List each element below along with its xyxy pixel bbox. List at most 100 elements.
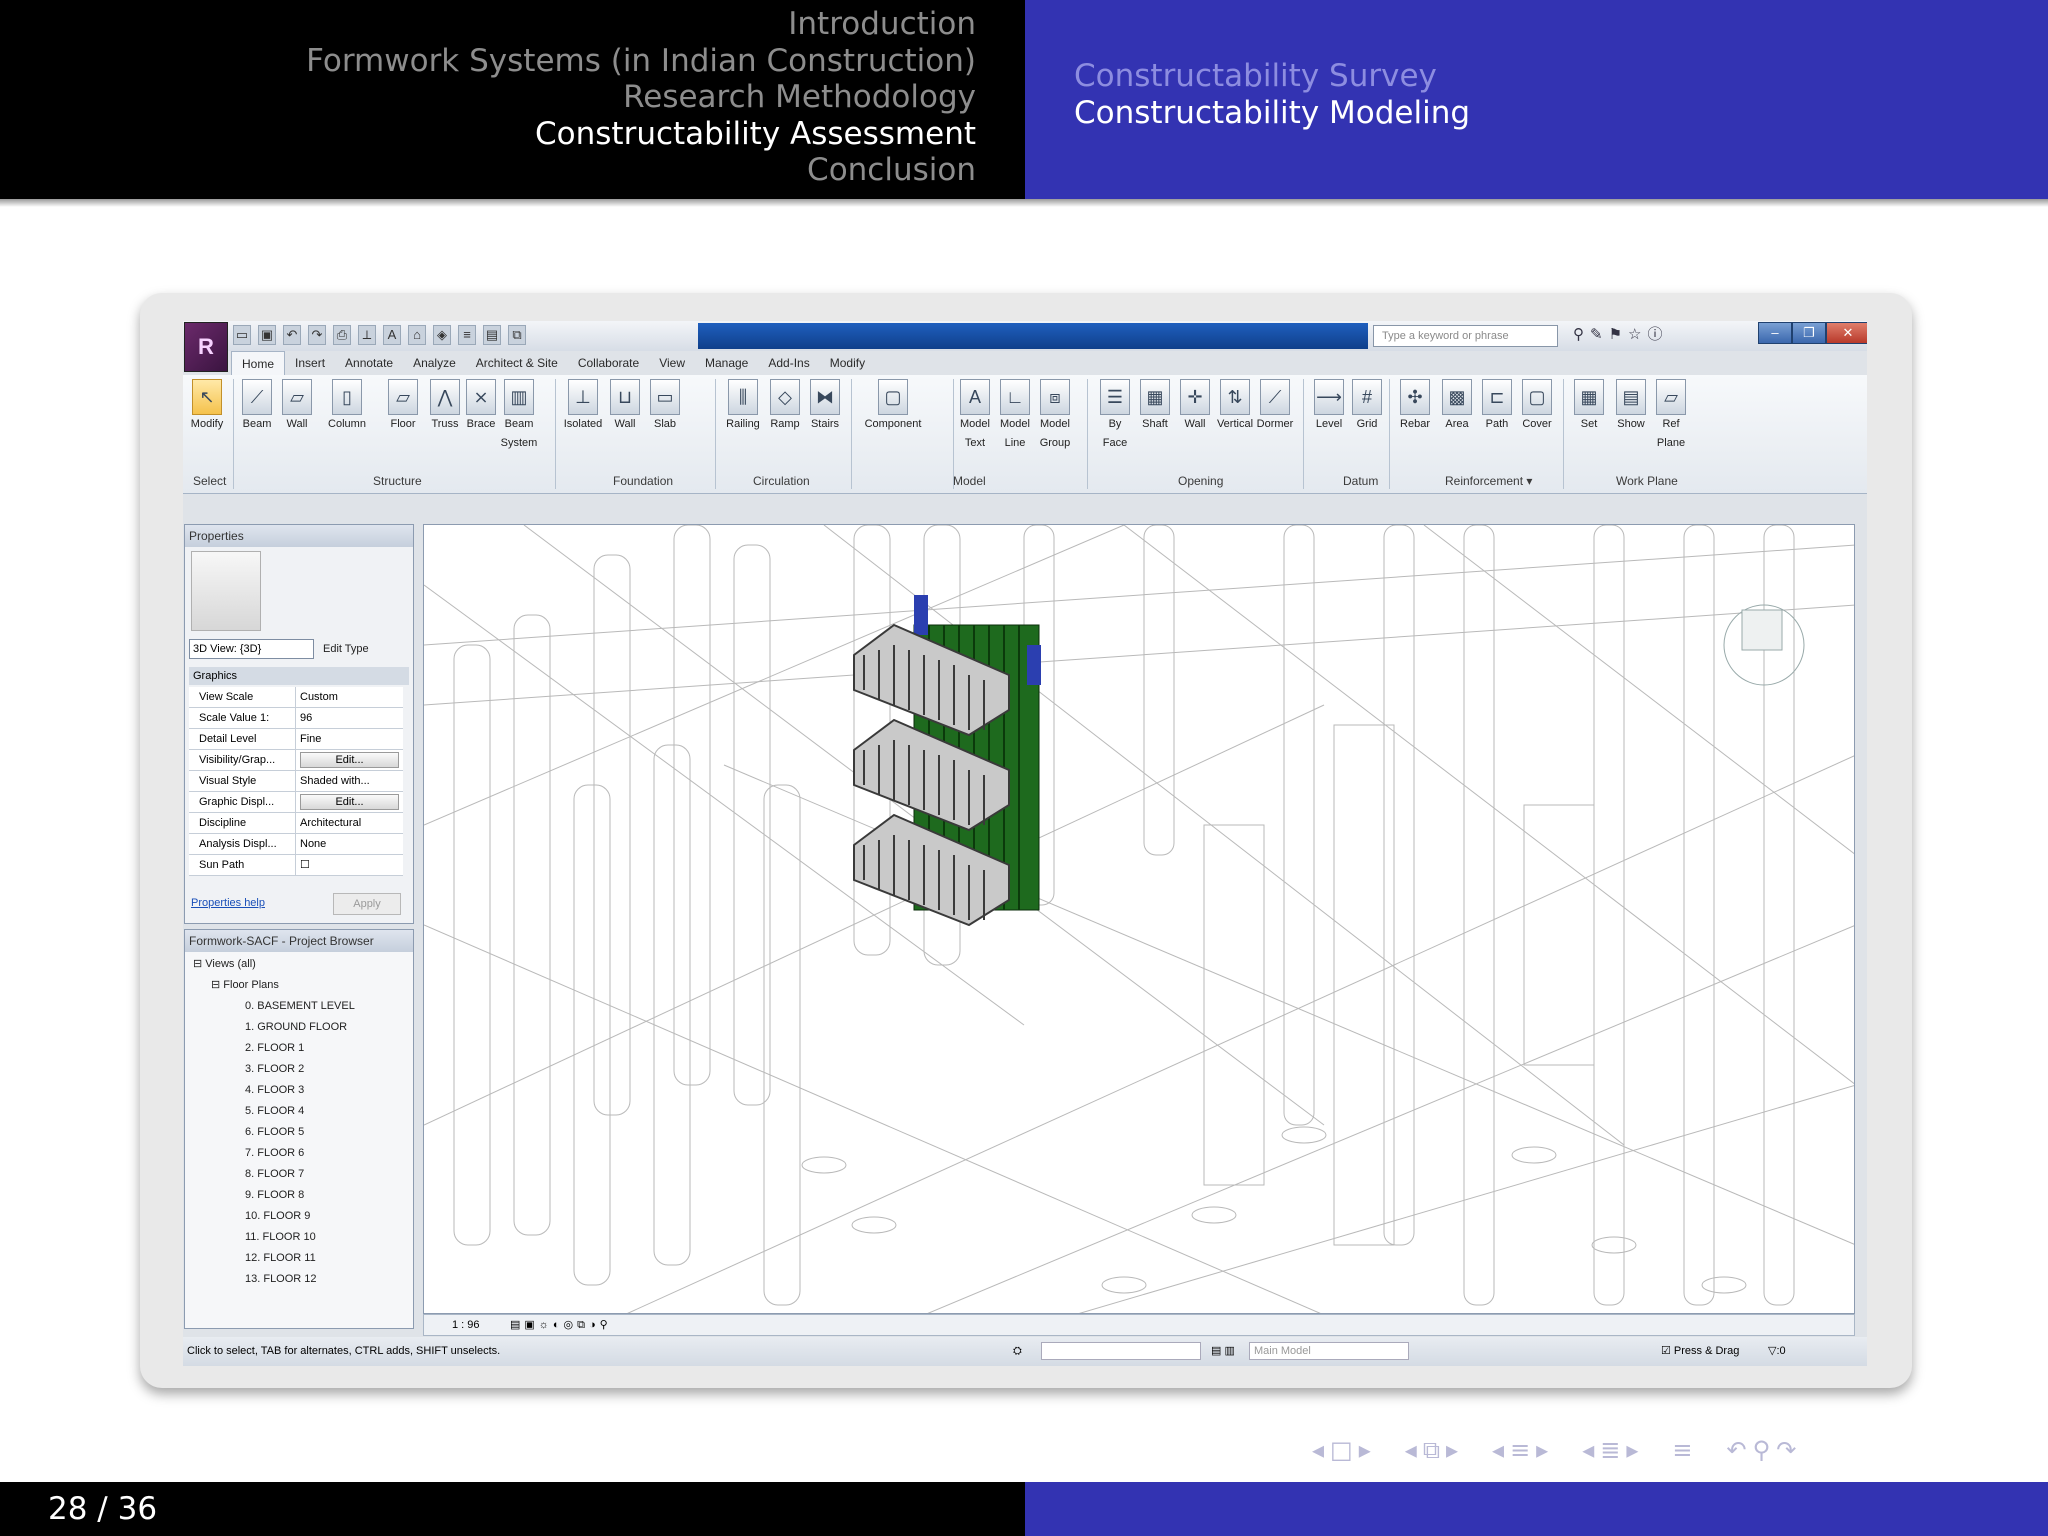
3d-viewport[interactable] [423,524,1855,1314]
switch-windows-icon[interactable]: ⧉ [508,325,526,345]
tree-floor-plans[interactable]: ⊟ Floor Plans [211,975,279,996]
tab-add-ins[interactable]: Add-Ins [758,351,819,375]
view-scale[interactable]: 1 : 96 [452,1315,480,1335]
nav-part-group[interactable]: ◂ ≣ ▸ [1582,1435,1638,1465]
stairs-tool[interactable]: ⧓ Stairs [805,379,845,434]
nav-toc[interactable]: ≡ [1672,1435,1692,1465]
workset-icon[interactable]: ⛭ [1013,1337,1022,1366]
communication-icon[interactable]: ⚑ [1609,325,1622,345]
subsection-icon: ⧉ [1422,1436,1440,1464]
print-icon[interactable]: ⎙ [333,325,351,345]
component-tool[interactable]: ▢ Component [865,379,921,434]
sun-path-checkbox[interactable]: ☐ [296,855,403,875]
floor-plan-item[interactable]: 9. FLOOR 8 [245,1185,304,1206]
model-group-tool[interactable]: ⧈ Model Group [1035,379,1075,453]
tab-analyze[interactable]: Analyze [403,351,466,375]
slab-tool[interactable]: ▭ Slab [645,379,685,434]
floor-plan-item[interactable]: 13. FLOOR 12 [245,1269,317,1290]
filter-icon[interactable]: ▽:0 [1768,1337,1786,1366]
view-control-icons[interactable]: ▤▣☼◐◎⧉◑⚲ [510,1315,612,1335]
ref-plane-tool[interactable]: ▱ Ref Plane [1651,379,1691,453]
floor-plan-item[interactable]: 1. GROUND FLOOR [245,1017,347,1038]
floor-plan-item[interactable]: 2. FLOOR 1 [245,1038,304,1059]
floor-plan-item[interactable]: 7. FLOOR 6 [245,1143,304,1164]
text-icon[interactable]: A [383,325,401,345]
show-work-plane-icon: ▤ [1616,379,1646,415]
nav-left-icon: ◂ [1492,1436,1505,1464]
wall-tool[interactable]: ▱ Wall [277,379,317,434]
close-hidden-icon[interactable]: ▤ [483,325,501,345]
close-button[interactable]: ✕ [1826,322,1867,344]
subscription-icon[interactable]: ✎ [1590,325,1603,345]
view-type-selector[interactable]: 3D View: {3D} [189,639,314,659]
floor-plan-item[interactable]: 6. FLOOR 5 [245,1122,304,1143]
tab-insert[interactable]: Insert [285,351,335,375]
section-conclusion[interactable]: Conclusion [25,152,976,189]
open-icon[interactable]: ▭ [233,325,251,345]
floor-plan-item[interactable]: 11. FLOOR 10 [245,1227,316,1248]
tab-architect-site[interactable]: Architect & Site [466,351,568,375]
column-tool[interactable]: ▯ Column [327,379,367,434]
section-icon[interactable]: ◈ [433,325,451,345]
save-icon[interactable]: ▣ [258,325,276,345]
design-option-selector[interactable]: Main Model [1249,1342,1409,1360]
restore-button[interactable]: ❐ [1792,322,1826,344]
nav-section-group[interactable]: ◂ ≡ ▸ [1492,1435,1548,1465]
model-text-icon: A [960,379,990,415]
beam-system-tool[interactable]: ▥ Beam System [499,379,539,453]
floor-plan-item[interactable]: 12. FLOOR 11 [245,1248,316,1269]
nav-subsection-group[interactable]: ◂ ⧉ ▸ [1405,1435,1458,1465]
graphics-group[interactable]: Graphics [189,667,409,685]
3d-view-icon[interactable]: ⌂ [408,325,426,345]
design-options-icon[interactable]: ▤ ▥ [1211,1337,1235,1366]
subsection-constructability-survey[interactable]: Constructability Survey [1074,58,1470,95]
floor-plan-item[interactable]: 5. FLOOR 4 [245,1101,304,1122]
model-view [424,525,1854,1313]
help-icon[interactable]: ⓘ [1647,325,1662,345]
part-icon: ≣ [1600,1436,1621,1464]
favorites-icon[interactable]: ☆ [1628,325,1641,345]
minimize-button[interactable]: – [1758,322,1792,344]
floor-plan-item[interactable]: 10. FLOOR 9 [245,1206,310,1227]
tab-modify[interactable]: Modify [820,351,875,375]
workset-selector[interactable] [1041,1342,1201,1360]
floor-plan-item[interactable]: 3. FLOOR 2 [245,1059,304,1080]
modify-tool[interactable]: ↖ Modify [187,379,227,434]
section-introduction[interactable]: Introduction [25,6,976,43]
subsection-constructability-modeling[interactable]: Constructability Modeling [1074,95,1470,132]
properties-help-link[interactable]: Properties help [191,897,265,909]
nav-search-group[interactable]: ↶ ⚲ ↷ [1727,1435,1797,1465]
tab-manage[interactable]: Manage [695,351,758,375]
project-browser: Formwork-SACF - Project Browser ⊟ Views … [184,929,414,1329]
tab-view[interactable]: View [649,351,695,375]
section-constructability-assessment[interactable]: Constructability Assessment [25,116,976,153]
binoculars-icon[interactable]: ⚲ [1573,325,1584,345]
grid-tool[interactable]: # Grid [1347,379,1387,434]
press-drag-checkbox[interactable]: ☑ Press & Drag [1661,1337,1739,1366]
tab-home[interactable]: Home [231,351,286,375]
section-formwork-systems[interactable]: Formwork Systems (in Indian Construction… [25,43,976,80]
nav-right-icon: ▸ [1626,1436,1639,1464]
revit-logo-icon[interactable]: R [184,322,228,372]
dormer-tool[interactable]: ⟋ Dormer [1255,379,1295,434]
nav-frame-group[interactable]: ◂ □ ▸ [1312,1435,1371,1465]
tree-root-views[interactable]: ⊟ Views (all) [193,954,256,975]
floor-plan-item[interactable]: 0. BASEMENT LEVEL [245,996,355,1017]
edit-type-button[interactable]: Edit Type [323,639,369,659]
tab-collaborate[interactable]: Collaborate [568,351,649,375]
tab-annotate[interactable]: Annotate [335,351,403,375]
cover-tool[interactable]: ▢ Cover [1517,379,1557,434]
redo-icon[interactable]: ↷ [308,325,326,345]
graphic-display-edit-button[interactable]: Edit... [300,794,399,810]
search-input[interactable]: Type a keyword or phrase [1373,325,1558,347]
section-research-methodology[interactable]: Research Methodology [25,79,976,116]
measure-icon[interactable]: ⟂ [358,325,376,345]
apply-button[interactable]: Apply [333,893,401,915]
undo-icon[interactable]: ↶ [283,325,301,345]
visibility-edit-button[interactable]: Edit... [300,752,399,768]
properties-title: Properties [185,525,413,547]
panel-reinforcement-label[interactable]: Reinforcement ▾ [1445,471,1532,491]
floor-plan-item[interactable]: 8. FLOOR 7 [245,1164,304,1185]
floor-plan-item[interactable]: 4. FLOOR 3 [245,1080,304,1101]
thin-lines-icon[interactable]: ≡ [458,325,476,345]
